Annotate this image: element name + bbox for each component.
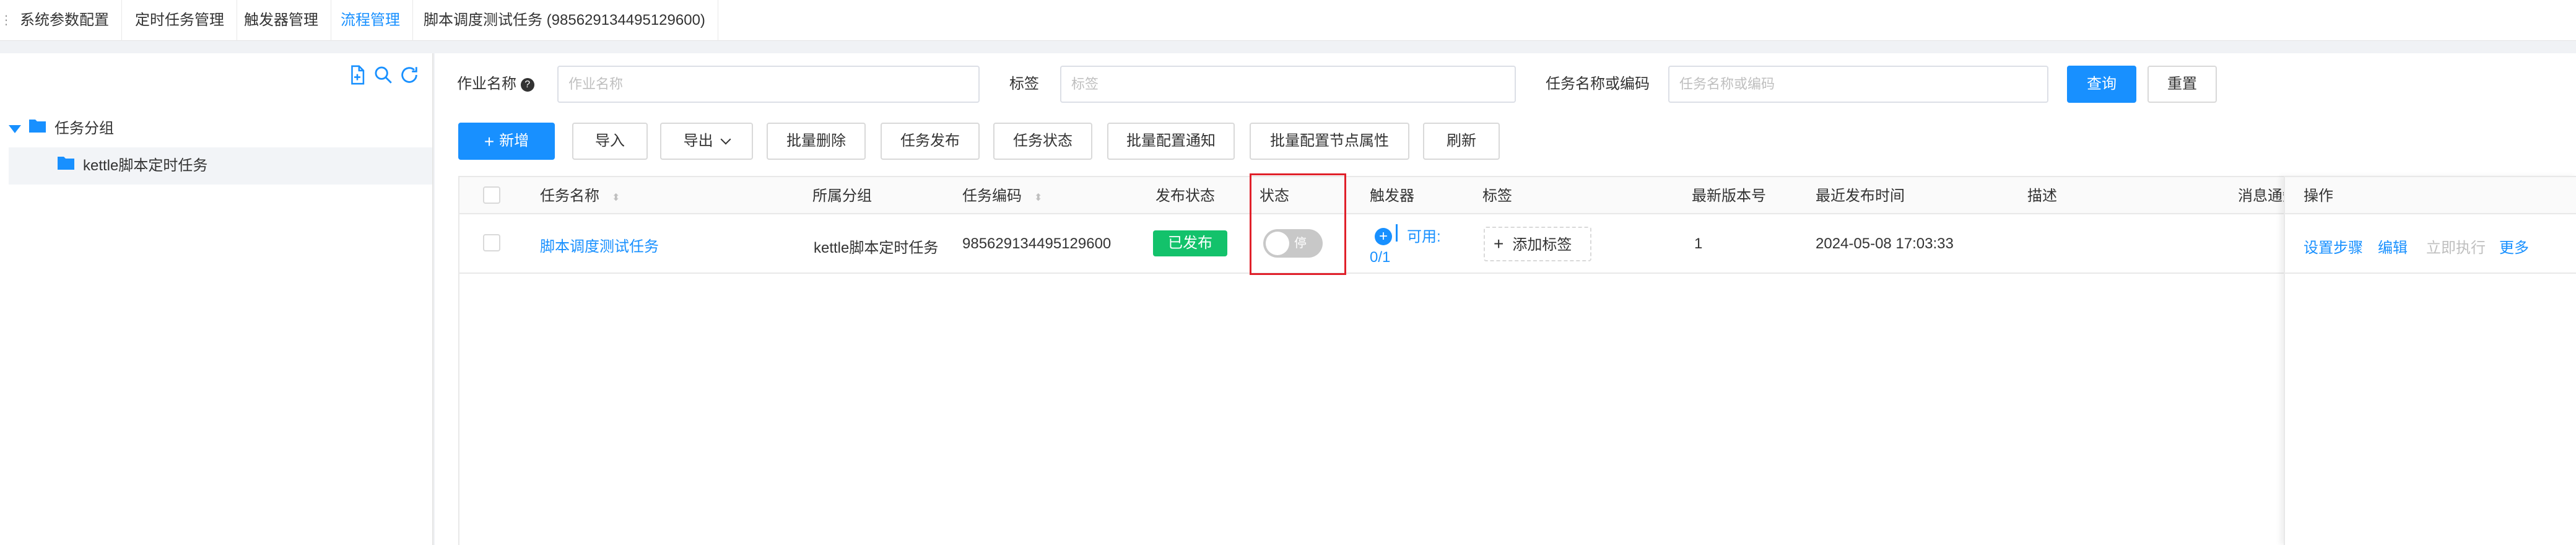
cell-task-code: 985629134495129600 [962, 235, 1112, 252]
task-table: 任务名称 ⬍ 所属分组 任务编码 ⬍ 发布状态 状态 触发器 标签 最新版本号 最近… [458, 173, 2576, 545]
caret-down-icon[interactable] [9, 125, 21, 134]
export-button[interactable]: 导出 [660, 123, 753, 160]
row-checkbox[interactable] [483, 234, 500, 251]
add-tag-button[interactable]: + 添加标签 [1484, 227, 1591, 261]
sort-icon[interactable]: ⬍ [1034, 193, 1042, 203]
job-name-label: 作业名称 ? [457, 66, 534, 103]
refresh-icon[interactable] [399, 64, 420, 85]
tag-input[interactable]: 标签 [1060, 66, 1516, 103]
tab-script-task[interactable]: 脚本调度测试任务 (985629134495129600) [411, 0, 718, 41]
reset-button[interactable]: 重置 [2147, 66, 2217, 103]
table-row: 脚本调度测试任务 kettle脚本定时任务 985629134495129600… [459, 214, 2576, 274]
header-operations: 操作 [2304, 188, 2333, 204]
main-panel: 作业名称 ? 作业名称 标签 标签 任务名称或编码 任务名称或编码 查询 重置 … [435, 53, 2576, 545]
header-task-code[interactable]: 任务编码 ⬍ [962, 177, 1042, 216]
tab-divider-strip [0, 41, 2576, 53]
task-publish-button[interactable]: 任务发布 [881, 123, 980, 160]
operations-column: 操作 设置步骤 编辑 立即执行 更多 [2284, 176, 2576, 545]
set-steps-link[interactable]: 设置步骤 [2304, 235, 2363, 257]
tag-label: 标签 [1009, 76, 1039, 92]
tab-scheduled-tasks[interactable]: 定时任务管理 [123, 0, 237, 41]
operations-row: 设置步骤 编辑 立即执行 更多 [2285, 214, 2576, 274]
tree-node-label: 任务分组 [54, 120, 114, 137]
task-name-link[interactable]: 脚本调度测试任务 [540, 234, 659, 256]
tab-system-params[interactable]: 系统参数配置 [7, 0, 122, 41]
header-trigger: 触发器 [1370, 188, 1414, 204]
batch-delete-button[interactable]: 批量删除 [767, 123, 866, 160]
sort-icon[interactable]: ⬍ [612, 193, 620, 203]
tab-bar: ⋮ 系统参数配置 定时任务管理 触发器管理 流程管理 脚本调度测试任务 (985… [0, 0, 2576, 41]
header-publish-status: 发布状态 [1155, 188, 1215, 204]
task-status-button[interactable]: 任务状态 [993, 123, 1092, 160]
new-file-icon[interactable] [347, 64, 368, 85]
help-icon[interactable]: ? [520, 77, 534, 92]
header-notification: 消息通知 [2238, 188, 2287, 204]
header-task-name[interactable]: 任务名称 ⬍ [540, 177, 620, 216]
header-publish-time: 最近发布时间 [1816, 188, 1905, 204]
search-icon[interactable] [373, 64, 394, 85]
tab-trigger-management[interactable]: 触发器管理 [232, 0, 331, 41]
operations-header: 操作 [2285, 176, 2576, 214]
table-header: 任务名称 ⬍ 所属分组 任务编码 ⬍ 发布状态 状态 触发器 标签 最新版本号 最近… [459, 176, 2576, 214]
trigger-available-link[interactable]: 可用: [1407, 224, 1441, 246]
published-badge: 已发布 [1153, 230, 1227, 256]
plus-icon: + [1494, 234, 1504, 253]
select-all-checkbox[interactable] [483, 186, 500, 204]
more-link[interactable]: 更多 [2499, 235, 2529, 257]
status-highlight-box [1250, 173, 1346, 275]
cell-publish-time: 2024-05-08 17:03:33 [1816, 235, 1954, 252]
cell-version: 1 [1694, 235, 1703, 252]
edit-link[interactable]: 编辑 [2378, 235, 2408, 257]
task-name-code-input[interactable]: 任务名称或编码 [1668, 66, 2048, 103]
plus-icon: + [484, 131, 495, 151]
query-button[interactable]: 查询 [2067, 66, 2136, 103]
header-group: 所属分组 [812, 188, 872, 204]
header-description: 描述 [2027, 188, 2057, 204]
batch-node-config-button[interactable]: 批量配置节点属性 [1250, 123, 1409, 160]
chevron-down-icon [720, 134, 731, 145]
folder-icon [57, 148, 76, 185]
sidebar: 任务分组 kettle脚本定时任务 [0, 53, 433, 545]
cell-group: kettle脚本定时任务 [814, 240, 939, 256]
folder-open-icon [28, 111, 47, 148]
job-name-input[interactable]: 作业名称 [557, 66, 980, 103]
tab-scroll-left[interactable]: ⋮ [0, 0, 12, 41]
trigger-divider [1396, 224, 1398, 242]
add-button[interactable]: + 新增 [458, 123, 555, 160]
batch-notify-config-button[interactable]: 批量配置通知 [1107, 123, 1235, 160]
task-name-code-label: 任务名称或编码 [1546, 76, 1650, 92]
header-tag: 标签 [1482, 188, 1512, 204]
run-now-link[interactable]: 立即执行 [2426, 235, 2486, 257]
import-button[interactable]: 导入 [572, 123, 648, 160]
tree-node-kettle-tasks[interactable]: kettle脚本定时任务 [9, 147, 432, 185]
add-trigger-icon[interactable]: + [1375, 228, 1392, 245]
tree-node-label: kettle脚本定时任务 [83, 157, 208, 174]
header-latest-version: 最新版本号 [1692, 188, 1766, 204]
tree-node-task-group[interactable]: 任务分组 [9, 110, 114, 147]
trigger-count[interactable]: 0/1 [1370, 249, 1390, 266]
refresh-button[interactable]: 刷新 [1423, 123, 1500, 160]
tab-process-management[interactable]: 流程管理 [328, 0, 413, 41]
